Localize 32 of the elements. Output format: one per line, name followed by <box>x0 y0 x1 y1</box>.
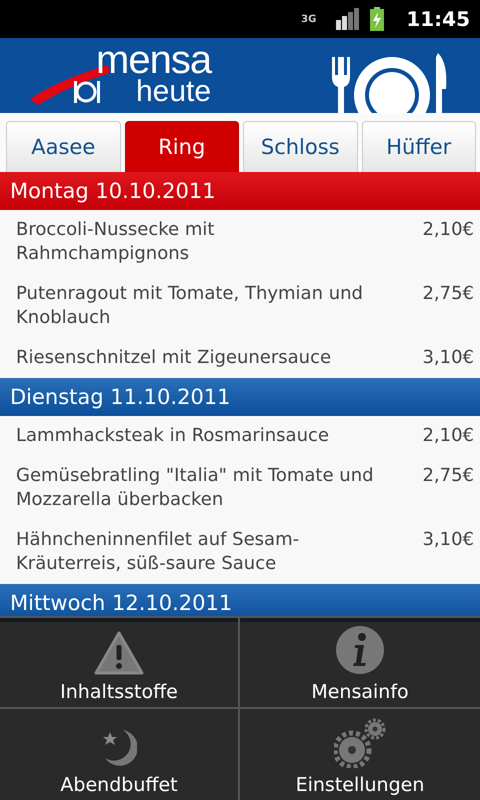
dish-name: Broccoli-Nussecke mit Rahmchampignons <box>16 218 216 266</box>
dish-price: 3,10€ <box>422 346 474 370</box>
logo-text: mensa <box>96 43 212 77</box>
dish-name: Lammhacksteak in Rosmarinsauce <box>16 424 330 448</box>
dish-name: Hähncheninnenfilet auf Sesam-Kräuterreis, süß-saure Sauce <box>16 528 300 576</box>
menu-item[interactable]: Inhaltsstoffe <box>0 618 240 709</box>
dish-price: 2,10€ <box>422 424 474 448</box>
warning-icon <box>94 631 144 675</box>
info-icon <box>335 625 385 675</box>
menu-item[interactable]: Mensainfo <box>240 618 480 709</box>
dish-name: Gemüsebratling "Italia" mit Tomate und Mozzarella überbacken <box>16 464 375 512</box>
tab[interactable]: Hüffer <box>362 121 476 172</box>
gears-icon <box>334 718 386 768</box>
day-header: Montag 10.10.2011 <box>0 172 480 210</box>
dish-price: 3,10€ <box>422 528 474 552</box>
tab[interactable]: Ring <box>124 121 239 172</box>
logo-text: heute <box>136 77 212 107</box>
tab[interactable]: Schloss <box>243 121 358 172</box>
signal-icon <box>336 8 360 30</box>
network-type-label: 3G <box>301 14 316 24</box>
dish-price: 2,75€ <box>422 282 474 306</box>
day-header: Dienstag 11.10.2011 <box>0 378 480 416</box>
dish-name: Putenragout mit Tomate, Thymian und Knoblauch <box>16 282 364 330</box>
tab[interactable]: Aasee <box>6 121 120 172</box>
menu-item[interactable]: Abendbuffet <box>0 709 240 800</box>
dish-name: Riesenschnitzel mit Zigeunersauce <box>16 346 332 370</box>
dish-price: 2,10€ <box>422 218 474 242</box>
menu-item[interactable]: Einstellungen <box>240 709 480 800</box>
dish-price: 2,75€ <box>422 464 474 488</box>
moon-star-icon <box>101 728 137 768</box>
clock: 11:45 <box>406 7 470 31</box>
battery-charging-icon <box>370 7 384 31</box>
